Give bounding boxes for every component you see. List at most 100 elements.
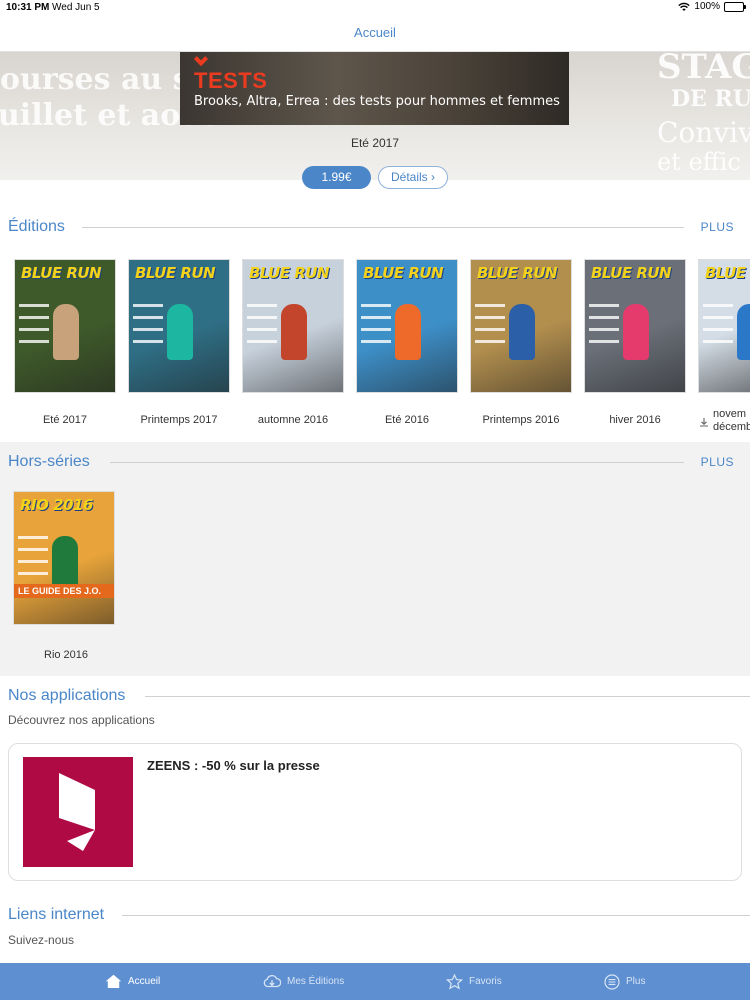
cover-headline-strip: [703, 316, 733, 319]
cover-headline-strip: [703, 304, 733, 307]
status-time: 10:31 PM: [6, 2, 50, 13]
cover-headline-strip: [18, 572, 48, 575]
cover-headline-strip: [19, 316, 49, 319]
cover-headline-strip: [589, 316, 619, 319]
featured-issue-title: Eté 2017: [350, 136, 400, 150]
banner-text-line: uillet et août: [0, 98, 216, 133]
cover-headline-strip: [19, 328, 49, 331]
cover-guide-banner: LE GUIDE DES J.O.: [14, 584, 114, 598]
status-bar: 10:31 PM Wed Jun 5 100%: [0, 0, 750, 16]
battery-icon: [724, 1, 746, 12]
cover-runner-figure: [395, 304, 421, 360]
section-title: Éditions: [8, 218, 65, 235]
cover-subline: Brooks, Altra, Errea : des tests pour ho…: [194, 94, 560, 109]
tab-label: Plus: [626, 976, 646, 987]
divider: [122, 915, 750, 916]
cover-headline: TESTS: [194, 68, 268, 93]
app-card-zeens[interactable]: ZEENS : -50 % sur la presse: [8, 743, 742, 881]
featured-cover-image[interactable]: TESTS Brooks, Altra, Errea : des tests p…: [180, 52, 569, 125]
tab-favoris[interactable]: Favoris: [446, 963, 502, 1000]
details-button[interactable]: Détails ›: [378, 166, 448, 189]
cover-headline-strip: [361, 328, 391, 331]
cover-headline-strip: [247, 328, 277, 331]
cover-headline-strip: [19, 340, 49, 343]
links-section-header: Liens internet: [0, 903, 750, 927]
status-right: 100%: [678, 1, 746, 12]
battery-percent: 100%: [694, 1, 720, 12]
banner-text-line: ourses au somm: [0, 62, 274, 97]
cover-headline-strip: [133, 340, 163, 343]
cover-headline-strip: [703, 340, 733, 343]
hors-series-more-link[interactable]: PLUS: [701, 450, 734, 474]
cover-runner-figure: [623, 304, 649, 360]
tab-accueil[interactable]: Accueil: [105, 963, 160, 1000]
cover-masthead: BLUE RUN: [135, 264, 216, 282]
magazine-cover[interactable]: BLUE RUN: [471, 260, 571, 392]
cover-headline-strip: [133, 316, 163, 319]
cover-headline-strip: [475, 340, 505, 343]
wifi-icon: [678, 2, 691, 11]
cover-label: Eté 2016: [384, 414, 430, 426]
cover-label: novem décemb: [713, 408, 750, 433]
magazine-cover[interactable]: BLUE RUN: [585, 260, 685, 392]
magazine-cover[interactable]: BLUE RUN: [15, 260, 115, 392]
tab-mes-editions[interactable]: Mes Éditions: [263, 963, 344, 1000]
banner-text-line: STAGE: [657, 52, 750, 87]
tab-label: Favoris: [469, 976, 502, 987]
editions-more-link[interactable]: PLUS: [701, 215, 734, 239]
tab-plus[interactable]: Plus: [604, 963, 645, 1000]
cover-masthead: RIO 2016: [20, 496, 93, 514]
cover-headline-strip: [703, 328, 733, 331]
zeens-logo: [23, 757, 133, 867]
cover-headline-strip: [475, 328, 505, 331]
magazine-cover[interactable]: RIO 2016 LE GUIDE DES J.O.: [14, 492, 114, 624]
cover-headline-strip: [475, 316, 505, 319]
download-icon[interactable]: [699, 414, 709, 427]
apps-section-header: Nos applications: [0, 684, 750, 708]
cloud-download-icon: [263, 975, 281, 988]
tab-bar: Accueil Mes Éditions Favoris Plus: [0, 963, 750, 1000]
hors-series-carousel[interactable]: RIO 2016 LE GUIDE DES J.O. Rio 2016: [0, 480, 750, 670]
cover-label: Rio 2016: [44, 649, 89, 661]
magazine-cover[interactable]: BLUE RUN: [243, 260, 343, 392]
magazine-cover[interactable]: BLUE RUN: [129, 260, 229, 392]
featured-issue-banner[interactable]: ourses au somm uillet et août STAGE DE R…: [0, 52, 750, 180]
navigation-bar: Accueil: [0, 16, 750, 52]
cover-headline-strip: [361, 340, 391, 343]
cover-headline-strip: [19, 304, 49, 307]
section-title: Liens internet: [8, 906, 105, 923]
buy-price-button[interactable]: 1.99€: [302, 166, 371, 189]
magazine-cover[interactable]: BLUE: [699, 260, 750, 392]
editions-section-header: Éditions PLUS: [0, 215, 750, 239]
divider: [110, 462, 684, 463]
arrow-icon: [193, 52, 209, 67]
cover-headline-strip: [18, 548, 48, 551]
tab-label: Accueil: [128, 976, 161, 987]
menu-circle-icon: [604, 973, 620, 990]
cover-masthead: BLUE RUN: [21, 264, 102, 282]
cover-runner-figure: [281, 304, 307, 360]
cover-runner-figure: [509, 304, 535, 360]
cover-headline-strip: [133, 304, 163, 307]
banner-background-text-right: STAGE DE RUN Convivi et effic: [657, 52, 750, 174]
cover-runner-figure: [53, 304, 79, 360]
purchase-row: 1.99€ Détails ›: [0, 166, 750, 190]
page-title: Accueil: [354, 25, 396, 40]
cover-label: automne 2016: [257, 414, 329, 426]
cover-masthead: BLUE RUN: [363, 264, 444, 282]
cover-headline-strip: [247, 304, 277, 307]
apps-subtitle: Découvrez nos applications: [8, 713, 155, 727]
cover-headline-strip: [589, 340, 619, 343]
status-date: Wed Jun 5: [52, 2, 100, 13]
magazine-cover[interactable]: BLUE RUN: [357, 260, 457, 392]
cover-headline-strip: [361, 304, 391, 307]
divider: [145, 696, 750, 697]
star-icon: [446, 973, 463, 990]
links-subtitle: Suivez-nous: [8, 933, 75, 947]
cover-headline-strip: [361, 316, 391, 319]
cover-runner-figure: [167, 304, 193, 360]
cover-headline-strip: [18, 536, 48, 539]
cover-masthead: BLUE RUN: [591, 264, 672, 282]
editions-carousel[interactable]: BLUE RUN Eté 2017 BLUE RUN Printemps 2017 BL…: [0, 246, 750, 442]
banner-background-text-left: ourses au somm uillet et août: [0, 62, 274, 134]
